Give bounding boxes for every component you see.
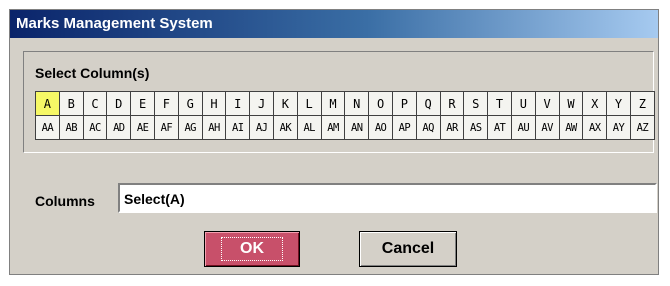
column-cell-ap[interactable]: AP	[391, 115, 417, 140]
column-cell-v[interactable]: V	[534, 91, 560, 116]
column-grid: ABCDEFGHIJKLMNOPQRSTUVWXYZ AA AB AC AD AE AF A…	[35, 91, 657, 140]
column-cell-d[interactable]: D	[106, 91, 132, 116]
column-cell-af[interactable]: AF	[153, 115, 179, 140]
column-cell-ab[interactable]: AB	[58, 115, 84, 140]
column-cell-ay[interactable]: AY	[606, 115, 631, 140]
column-cell-k[interactable]: K	[272, 91, 298, 116]
title-bar[interactable]: Marks Management System	[10, 10, 658, 38]
column-cell-as[interactable]: AS	[463, 115, 489, 140]
column-cell-av[interactable]: AV	[534, 115, 560, 140]
column-cell-m[interactable]: M	[320, 91, 346, 116]
column-cell-o[interactable]: O	[368, 91, 393, 116]
cancel-button[interactable]: Cancel	[359, 231, 457, 267]
column-cell-b[interactable]: B	[58, 91, 84, 116]
column-row-single: ABCDEFGHIJKLMNOPQRSTUVWXYZ	[35, 91, 657, 116]
column-cell-u[interactable]: U	[510, 91, 536, 116]
column-cell-x[interactable]: X	[582, 91, 608, 116]
marks-dialog-window: Marks Management System Select Column(s)…	[9, 9, 659, 275]
ok-button[interactable]: OK	[204, 231, 300, 267]
column-cell-az[interactable]: AZ	[629, 115, 655, 140]
column-cell-s[interactable]: S	[463, 91, 489, 116]
column-cell-ag[interactable]: AG	[177, 115, 203, 140]
column-cell-l[interactable]: L	[296, 91, 322, 116]
column-cell-ae[interactable]: AE	[130, 115, 155, 140]
ok-button-label: OK	[221, 237, 283, 261]
column-cell-y[interactable]: Y	[606, 91, 631, 116]
column-cell-ac[interactable]: AC	[82, 115, 108, 140]
column-cell-n[interactable]: N	[344, 91, 370, 116]
column-row-double: AA AB AC AD AE AF AG AH AI AJ AK AL AM AN AO AP AQ AR AS AT…	[35, 115, 657, 140]
column-cell-ao[interactable]: AO	[368, 115, 393, 140]
column-cell-ad[interactable]: AD	[106, 115, 132, 140]
select-column-label: Select Column(s)	[35, 65, 150, 81]
column-cell-c[interactable]: C	[82, 91, 108, 116]
column-cell-am[interactable]: AM	[320, 115, 346, 140]
column-cell-ai[interactable]: AI	[225, 115, 251, 140]
column-cell-ar[interactable]: AR	[439, 115, 465, 140]
column-cell-h[interactable]: H	[201, 91, 227, 116]
column-cell-j[interactable]: J	[249, 91, 274, 116]
column-cell-aj[interactable]: AJ	[249, 115, 274, 140]
column-cell-r[interactable]: R	[439, 91, 465, 116]
column-cell-q[interactable]: Q	[415, 91, 441, 116]
column-cell-f[interactable]: F	[153, 91, 179, 116]
column-cell-aq[interactable]: AQ	[415, 115, 441, 140]
column-cell-aw[interactable]: AW	[558, 115, 584, 140]
columns-field[interactable]: Select(A)	[118, 183, 657, 213]
column-cell-al[interactable]: AL	[296, 115, 322, 140]
columns-label: Columns	[35, 193, 95, 209]
column-cell-at[interactable]: AT	[487, 115, 512, 140]
column-cell-t[interactable]: T	[487, 91, 512, 116]
column-cell-g[interactable]: G	[177, 91, 203, 116]
window-title: Marks Management System	[16, 15, 213, 32]
column-cell-ah[interactable]: AH	[201, 115, 227, 140]
column-cell-i[interactable]: I	[225, 91, 251, 116]
column-cell-z[interactable]: Z	[629, 91, 655, 116]
column-cell-a[interactable]: A	[35, 91, 60, 116]
column-cell-ak[interactable]: AK	[272, 115, 298, 140]
column-cell-p[interactable]: P	[391, 91, 417, 116]
column-cell-w[interactable]: W	[558, 91, 584, 116]
column-cell-au[interactable]: AU	[510, 115, 536, 140]
column-cell-ax[interactable]: AX	[582, 115, 608, 140]
column-cell-aa[interactable]: AA	[35, 115, 60, 140]
column-cell-an[interactable]: AN	[344, 115, 370, 140]
column-cell-e[interactable]: E	[130, 91, 155, 116]
